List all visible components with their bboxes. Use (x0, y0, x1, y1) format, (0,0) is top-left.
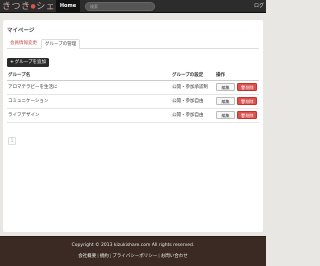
pagination-page-1[interactable]: 1 (8, 137, 16, 145)
footer-link-company[interactable]: 会社概要 (78, 254, 96, 259)
delete-label: 削除 (245, 85, 254, 90)
footer-links: 会社概要|規約|プライバシーポリシー|お問い合わせ (0, 253, 266, 259)
site-footer: Copyright © 2013 kizukishare.com All rig… (0, 236, 266, 266)
tab-group-management[interactable]: グループの管理 (41, 39, 81, 49)
header-actions: 操作 (215, 71, 259, 81)
group-setting-cell: 公開・参加自由 (171, 108, 215, 123)
table-row: ライフデザイン 公開・参加自由 編集 🗑削除 (7, 108, 259, 123)
table-row: アロマテラピーを生活に 公開・参加承認制 編集 🗑削除 (7, 80, 259, 95)
add-group-button[interactable]: +グループを追加 (7, 58, 49, 67)
delete-button[interactable]: 🗑削除 (237, 111, 257, 119)
delete-label: 削除 (245, 113, 254, 118)
edit-label: 編集 (221, 85, 230, 90)
group-setting-cell: 公開・参加承認制 (171, 80, 215, 95)
group-name-cell[interactable]: アロマテラピーを生活に (7, 80, 171, 95)
actions-cell: 編集 🗑削除 (215, 94, 259, 109)
copyright-text: Copyright © 2013 kizukishare.com All rig… (71, 243, 195, 248)
tab-bar: 会員情報変更 グループの管理 (7, 39, 259, 49)
edit-button[interactable]: 編集 (216, 97, 235, 105)
footer-separator: | (158, 254, 160, 259)
tab-member-info[interactable]: 会員情報変更 (7, 39, 40, 49)
login-link[interactable]: ログ (254, 0, 264, 13)
actions-cell: 編集 🗑削除 (215, 108, 259, 123)
edit-button[interactable]: 編集 (216, 111, 235, 119)
group-setting-cell: 公開・参加自由 (171, 94, 215, 109)
plus-icon: + (10, 60, 14, 65)
header-group-name: グループ名 (7, 71, 171, 81)
search-input[interactable]: 検索 (85, 2, 155, 11)
delete-button[interactable]: 🗑削除 (237, 83, 257, 91)
edit-button[interactable]: 編集 (216, 83, 235, 91)
logo-text: きつき (2, 2, 31, 12)
main-panel: マイページ 会員情報変更 グループの管理 +グループを追加 グループ名 グループ… (3, 20, 263, 232)
group-table: グループ名 グループの設定 操作 アロマテラピーを生活に 公開・参加承認制 編集… (7, 71, 259, 123)
edit-label: 編集 (221, 113, 230, 118)
group-name-cell[interactable]: ライフデザイン (7, 108, 171, 123)
table-row: コミュニケーション 公開・参加自由 編集 🗑削除 (7, 94, 259, 109)
edit-label: 編集 (221, 99, 230, 104)
table-header-row: グループ名 グループの設定 操作 (7, 71, 259, 81)
footer-link-contact[interactable]: お問い合わせ (161, 254, 188, 259)
footer-link-terms[interactable]: 規約 (100, 254, 109, 259)
page-title: マイページ (7, 28, 35, 34)
actions-cell: 編集 🗑削除 (215, 80, 259, 95)
add-group-label: グループを追加 (14, 60, 47, 65)
header-group-setting: グループの設定 (171, 71, 215, 81)
delete-label: 削除 (245, 99, 254, 104)
nav-home-link[interactable]: Home (56, 0, 80, 13)
footer-separator: | (97, 254, 99, 259)
top-navbar: きつき●シェア Home 検索 ログ (0, 0, 266, 13)
group-name-cell[interactable]: コミュニケーション (7, 94, 171, 109)
footer-link-privacy[interactable]: プライバシーポリシー (112, 254, 157, 259)
delete-button[interactable]: 🗑削除 (237, 97, 257, 105)
